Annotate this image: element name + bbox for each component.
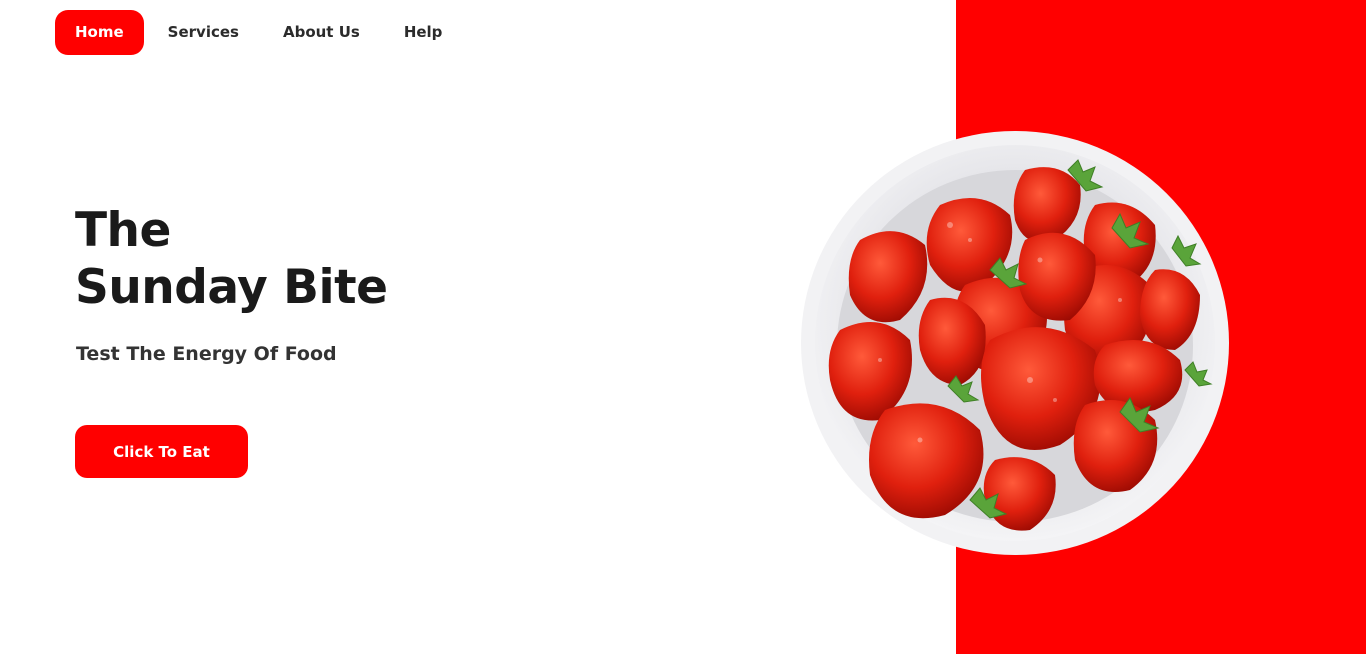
nav-home-link[interactable]: Home bbox=[55, 10, 144, 55]
nav-about-us-link[interactable]: About Us bbox=[271, 10, 372, 55]
hero-title: The Sunday Bite bbox=[75, 202, 388, 316]
nav-help-link[interactable]: Help bbox=[392, 10, 455, 55]
strawberry-bowl-illustration bbox=[801, 131, 1229, 555]
hero-tagline: Test The Energy Of Food bbox=[76, 343, 337, 365]
strawberry-bowl-image bbox=[800, 130, 1230, 556]
hero-title-line-1: The bbox=[75, 203, 171, 258]
hero-title-line-2: Sunday Bite bbox=[75, 260, 388, 315]
click-to-eat-button[interactable]: Click To Eat bbox=[75, 425, 248, 478]
landing-page: Home Services About Us Help The Sunday B… bbox=[0, 0, 1366, 654]
top-navigation: Home Services About Us Help bbox=[55, 10, 454, 55]
nav-services-link[interactable]: Services bbox=[156, 10, 251, 55]
